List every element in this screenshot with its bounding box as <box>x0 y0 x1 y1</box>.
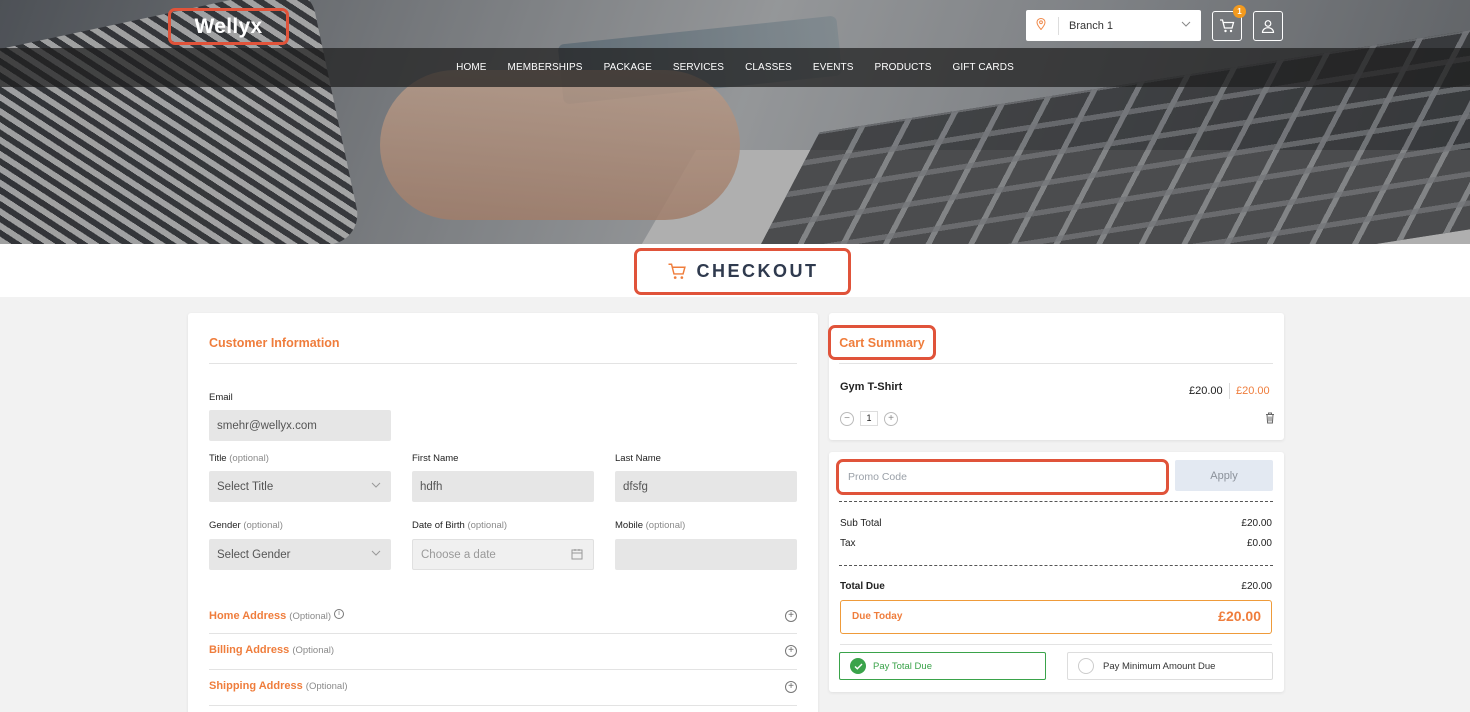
cart-item-total: £20.00 <box>1236 385 1270 397</box>
calendar-icon <box>571 548 583 563</box>
checkout-title: CHECKOUT <box>696 261 819 281</box>
check-icon <box>850 658 866 674</box>
branch-select[interactable]: Branch 1 <box>1026 10 1201 41</box>
home-address-toggle[interactable]: Home Address (Optional) i <box>209 609 345 622</box>
nav-events[interactable]: EVENTS <box>813 62 854 73</box>
subtotal-value: £20.00 <box>1241 518 1272 529</box>
order-summary-panel: Promo Code Apply Sub Total £20.00 Tax £0… <box>829 452 1284 692</box>
gender-label: Gender (optional) <box>209 520 283 531</box>
due-today-value: £20.00 <box>1218 608 1261 624</box>
main-nav: HOME MEMBERSHIPS PACKAGE SERVICES CLASSE… <box>0 48 1470 87</box>
plus-icon[interactable]: + <box>785 681 797 693</box>
apply-promo-button[interactable]: Apply <box>1175 460 1273 491</box>
plus-button[interactable]: + <box>884 411 898 426</box>
gender-value: Select Gender <box>217 548 291 561</box>
cart-icon <box>1220 19 1235 33</box>
radio-icon <box>1078 658 1094 674</box>
branch-label: Branch 1 <box>1069 19 1114 32</box>
title-select[interactable]: Select Title <box>209 471 391 502</box>
last-name-label: Last Name <box>615 453 661 464</box>
first-name-value: hdfh <box>420 480 443 493</box>
nav-classes[interactable]: CLASSES <box>745 62 792 73</box>
promo-code-input[interactable]: Promo Code <box>836 459 1169 495</box>
title-label: Title (optional) <box>209 453 269 464</box>
last-name-field[interactable]: dfsfg <box>615 471 797 502</box>
location-pin-icon <box>1036 17 1058 33</box>
dob-placeholder: Choose a date <box>421 548 496 561</box>
dob-field[interactable]: Choose a date <box>412 539 594 570</box>
user-icon <box>1261 20 1275 33</box>
nav-memberships[interactable]: MEMBERSHIPS <box>508 62 583 73</box>
due-today-box: Due Today £20.00 <box>840 600 1272 634</box>
cart-icon <box>668 263 686 279</box>
nav-home[interactable]: HOME <box>456 62 486 73</box>
due-today-label: Due Today <box>852 611 903 622</box>
cart-item-price: £20.00 <box>1189 385 1223 397</box>
email-value: smehr@wellyx.com <box>217 419 317 432</box>
chevron-down-icon <box>371 480 381 491</box>
nav-package[interactable]: PACKAGE <box>604 62 652 73</box>
chevron-down-icon <box>1181 18 1191 30</box>
plus-icon[interactable]: + <box>785 610 797 622</box>
promo-placeholder: Promo Code <box>848 471 907 483</box>
plus-icon[interactable]: + <box>785 645 797 657</box>
tax-value: £0.00 <box>1246 538 1272 549</box>
pay-min-label: Pay Minimum Amount Due <box>1103 660 1216 672</box>
quantity-stepper: − 1 + <box>840 411 898 426</box>
cart-summary-heading: Cart Summary <box>828 325 936 360</box>
logo[interactable]: Wellyx <box>168 8 289 45</box>
dob-label: Date of Birth (optional) <box>412 520 508 531</box>
tax-label: Tax <box>840 538 856 549</box>
checkout-heading: CHECKOUT <box>634 248 851 295</box>
cart-summary-title: Cart Summary <box>839 335 925 350</box>
account-button[interactable] <box>1253 11 1283 41</box>
quantity-value[interactable]: 1 <box>860 411 878 426</box>
pay-total-due-option[interactable]: Pay Total Due <box>839 652 1046 680</box>
cart-item-name: Gym T-Shirt <box>840 381 903 393</box>
last-name-value: dfsfg <box>623 480 648 493</box>
nav-gift-cards[interactable]: GIFT CARDS <box>952 62 1013 73</box>
email-label: Email <box>209 392 233 403</box>
trash-icon[interactable] <box>1265 411 1275 429</box>
shipping-address-toggle[interactable]: Shipping Address (Optional) <box>209 680 348 692</box>
customer-info-panel: Customer Information Email smehr@wellyx.… <box>188 313 818 712</box>
nav-products[interactable]: PRODUCTS <box>875 62 932 73</box>
gender-select[interactable]: Select Gender <box>209 539 391 570</box>
nav-services[interactable]: SERVICES <box>673 62 724 73</box>
pay-total-label: Pay Total Due <box>873 660 932 672</box>
cart-summary-panel: Cart Summary Gym T-Shirt £20.00 £20.00 −… <box>828 313 1284 440</box>
billing-address-toggle[interactable]: Billing Address (Optional) <box>209 644 334 656</box>
pay-minimum-option[interactable]: Pay Minimum Amount Due <box>1067 652 1273 680</box>
total-due-label: Total Due <box>840 581 885 592</box>
total-due-value: £20.00 <box>1241 581 1272 592</box>
cart-count-badge: 1 <box>1233 5 1246 18</box>
first-name-label: First Name <box>412 453 459 464</box>
mobile-field[interactable] <box>615 539 797 570</box>
mobile-label: Mobile (optional) <box>615 520 686 531</box>
title-value: Select Title <box>217 480 274 493</box>
first-name-field[interactable]: hdfh <box>412 471 594 502</box>
minus-button[interactable]: − <box>840 411 854 426</box>
info-icon: i <box>334 609 345 619</box>
subtotal-label: Sub Total <box>840 518 882 529</box>
chevron-down-icon <box>371 548 381 559</box>
customer-info-title: Customer Information <box>209 336 340 350</box>
email-field[interactable]: smehr@wellyx.com <box>209 410 391 441</box>
